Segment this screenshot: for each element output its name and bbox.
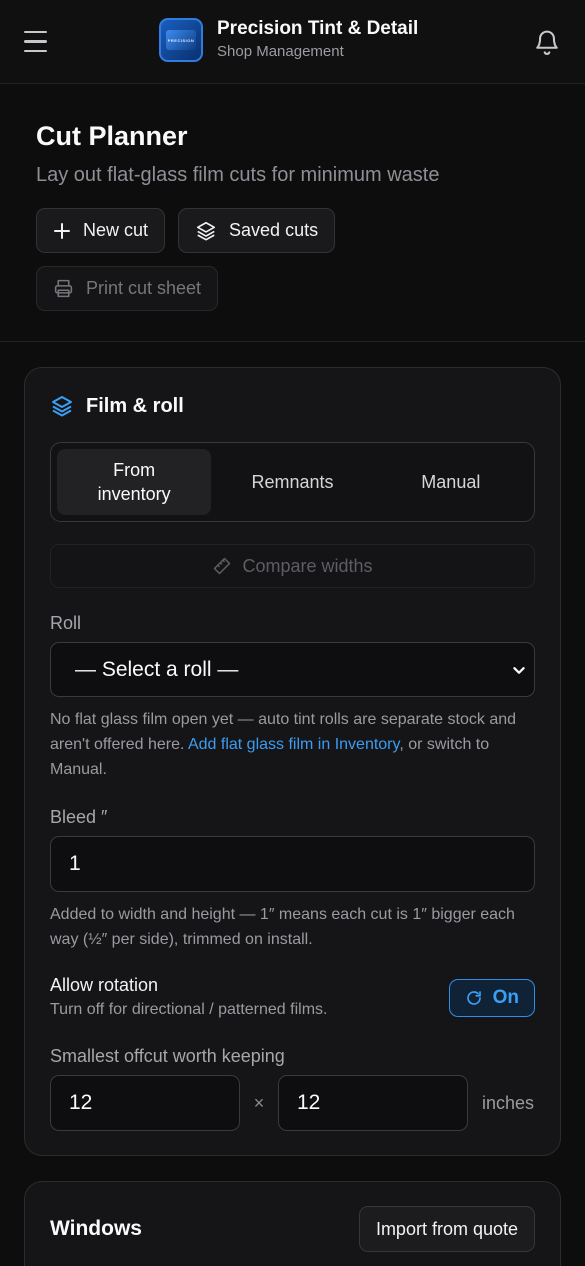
compare-widths-label: Compare widths bbox=[242, 555, 373, 576]
windows-title: Windows bbox=[50, 1217, 142, 1240]
bleed-value: 1 bbox=[69, 852, 81, 875]
refresh-icon bbox=[466, 990, 481, 1005]
roll-select[interactable]: — Select a roll — bbox=[50, 642, 535, 697]
rotation-title: Allow rotation bbox=[50, 975, 159, 995]
roll-label: Roll bbox=[50, 613, 82, 633]
saved-cuts-label: Saved cuts bbox=[229, 220, 319, 240]
film-roll-card: Film & roll From inventory Remnants Manu… bbox=[24, 367, 561, 1156]
rotation-toggle[interactable]: On bbox=[448, 978, 535, 1017]
plus-icon bbox=[54, 222, 70, 239]
new-cut-button[interactable]: New cut bbox=[36, 208, 166, 253]
printer-icon bbox=[54, 279, 73, 298]
bleed-input[interactable]: 1 bbox=[50, 836, 535, 892]
tab-remnants[interactable]: Remnants bbox=[215, 449, 369, 515]
rotation-subtitle: Turn off for directional / patterned fil… bbox=[50, 1001, 328, 1018]
film-roll-title: Film & roll bbox=[86, 394, 184, 417]
chevron-down-icon bbox=[513, 666, 525, 674]
page-title: Cut Planner bbox=[36, 121, 188, 151]
ruler-icon bbox=[214, 557, 231, 575]
brand: PRECISION Precision Tint & Detail Shop M… bbox=[159, 18, 418, 62]
offcut-height-value: 12 bbox=[297, 1091, 321, 1114]
layers-icon bbox=[196, 221, 216, 241]
offcut-width-value: 12 bbox=[69, 1091, 93, 1114]
page-subtitle: Lay out flat-glass film cuts for minimum… bbox=[36, 164, 440, 186]
roll-help-text: No flat glass film open yet — auto tint … bbox=[50, 707, 535, 782]
print-cut-sheet-button[interactable]: Print cut sheet bbox=[36, 266, 219, 311]
offcut-height-input[interactable]: 12 bbox=[278, 1075, 468, 1131]
app-logo: PRECISION bbox=[159, 18, 203, 62]
page-header: Cut Planner Lay out flat-glass film cuts… bbox=[0, 84, 585, 342]
offcut-label: Smallest offcut worth keeping bbox=[50, 1046, 285, 1066]
saved-cuts-button[interactable]: Saved cuts bbox=[178, 208, 336, 253]
layers-icon bbox=[52, 396, 72, 417]
add-flat-glass-link[interactable]: Add flat glass film in Inventory bbox=[188, 736, 399, 753]
tab-label: Remnants bbox=[251, 472, 334, 492]
hamburger-menu-icon[interactable] bbox=[24, 27, 54, 57]
windows-card: Windows Import from quote bbox=[24, 1181, 561, 1266]
times-symbol: × bbox=[253, 1092, 265, 1113]
top-bar: PRECISION Precision Tint & Detail Shop M… bbox=[0, 0, 585, 84]
bell-icon[interactable] bbox=[533, 27, 561, 57]
film-roll-heading: Film & roll bbox=[50, 394, 535, 418]
new-cut-label: New cut bbox=[83, 220, 149, 240]
source-segmented-control: From inventory Remnants Manual bbox=[50, 442, 535, 522]
tab-manual[interactable]: Manual bbox=[374, 449, 528, 515]
offcut-unit: inches bbox=[482, 1092, 535, 1113]
compare-widths-button[interactable]: Compare widths bbox=[50, 544, 535, 588]
tab-label: From inventory bbox=[97, 460, 171, 504]
rotation-toggle-label: On bbox=[492, 986, 519, 1008]
offcut-width-input[interactable]: 12 bbox=[50, 1075, 240, 1131]
offcut-row: 12 × 12 inches bbox=[50, 1075, 535, 1131]
import-from-quote-button[interactable]: Import from quote bbox=[358, 1206, 535, 1252]
tab-label: Manual bbox=[421, 472, 481, 492]
import-from-quote-label: Import from quote bbox=[375, 1218, 518, 1239]
logo-text: PRECISION bbox=[166, 30, 196, 50]
bleed-label: Bleed ″ bbox=[50, 807, 108, 827]
rotation-row: Allow rotation Turn off for directional … bbox=[50, 974, 535, 1021]
bleed-help-text: Added to width and height — 1″ means eac… bbox=[50, 906, 515, 948]
tab-from-inventory[interactable]: From inventory bbox=[57, 449, 212, 515]
app-subtitle: Shop Management bbox=[217, 43, 344, 60]
roll-select-value: — Select a roll — bbox=[75, 657, 239, 681]
print-cut-sheet-label: Print cut sheet bbox=[86, 278, 202, 298]
app-title: Precision Tint & Detail bbox=[217, 18, 419, 39]
